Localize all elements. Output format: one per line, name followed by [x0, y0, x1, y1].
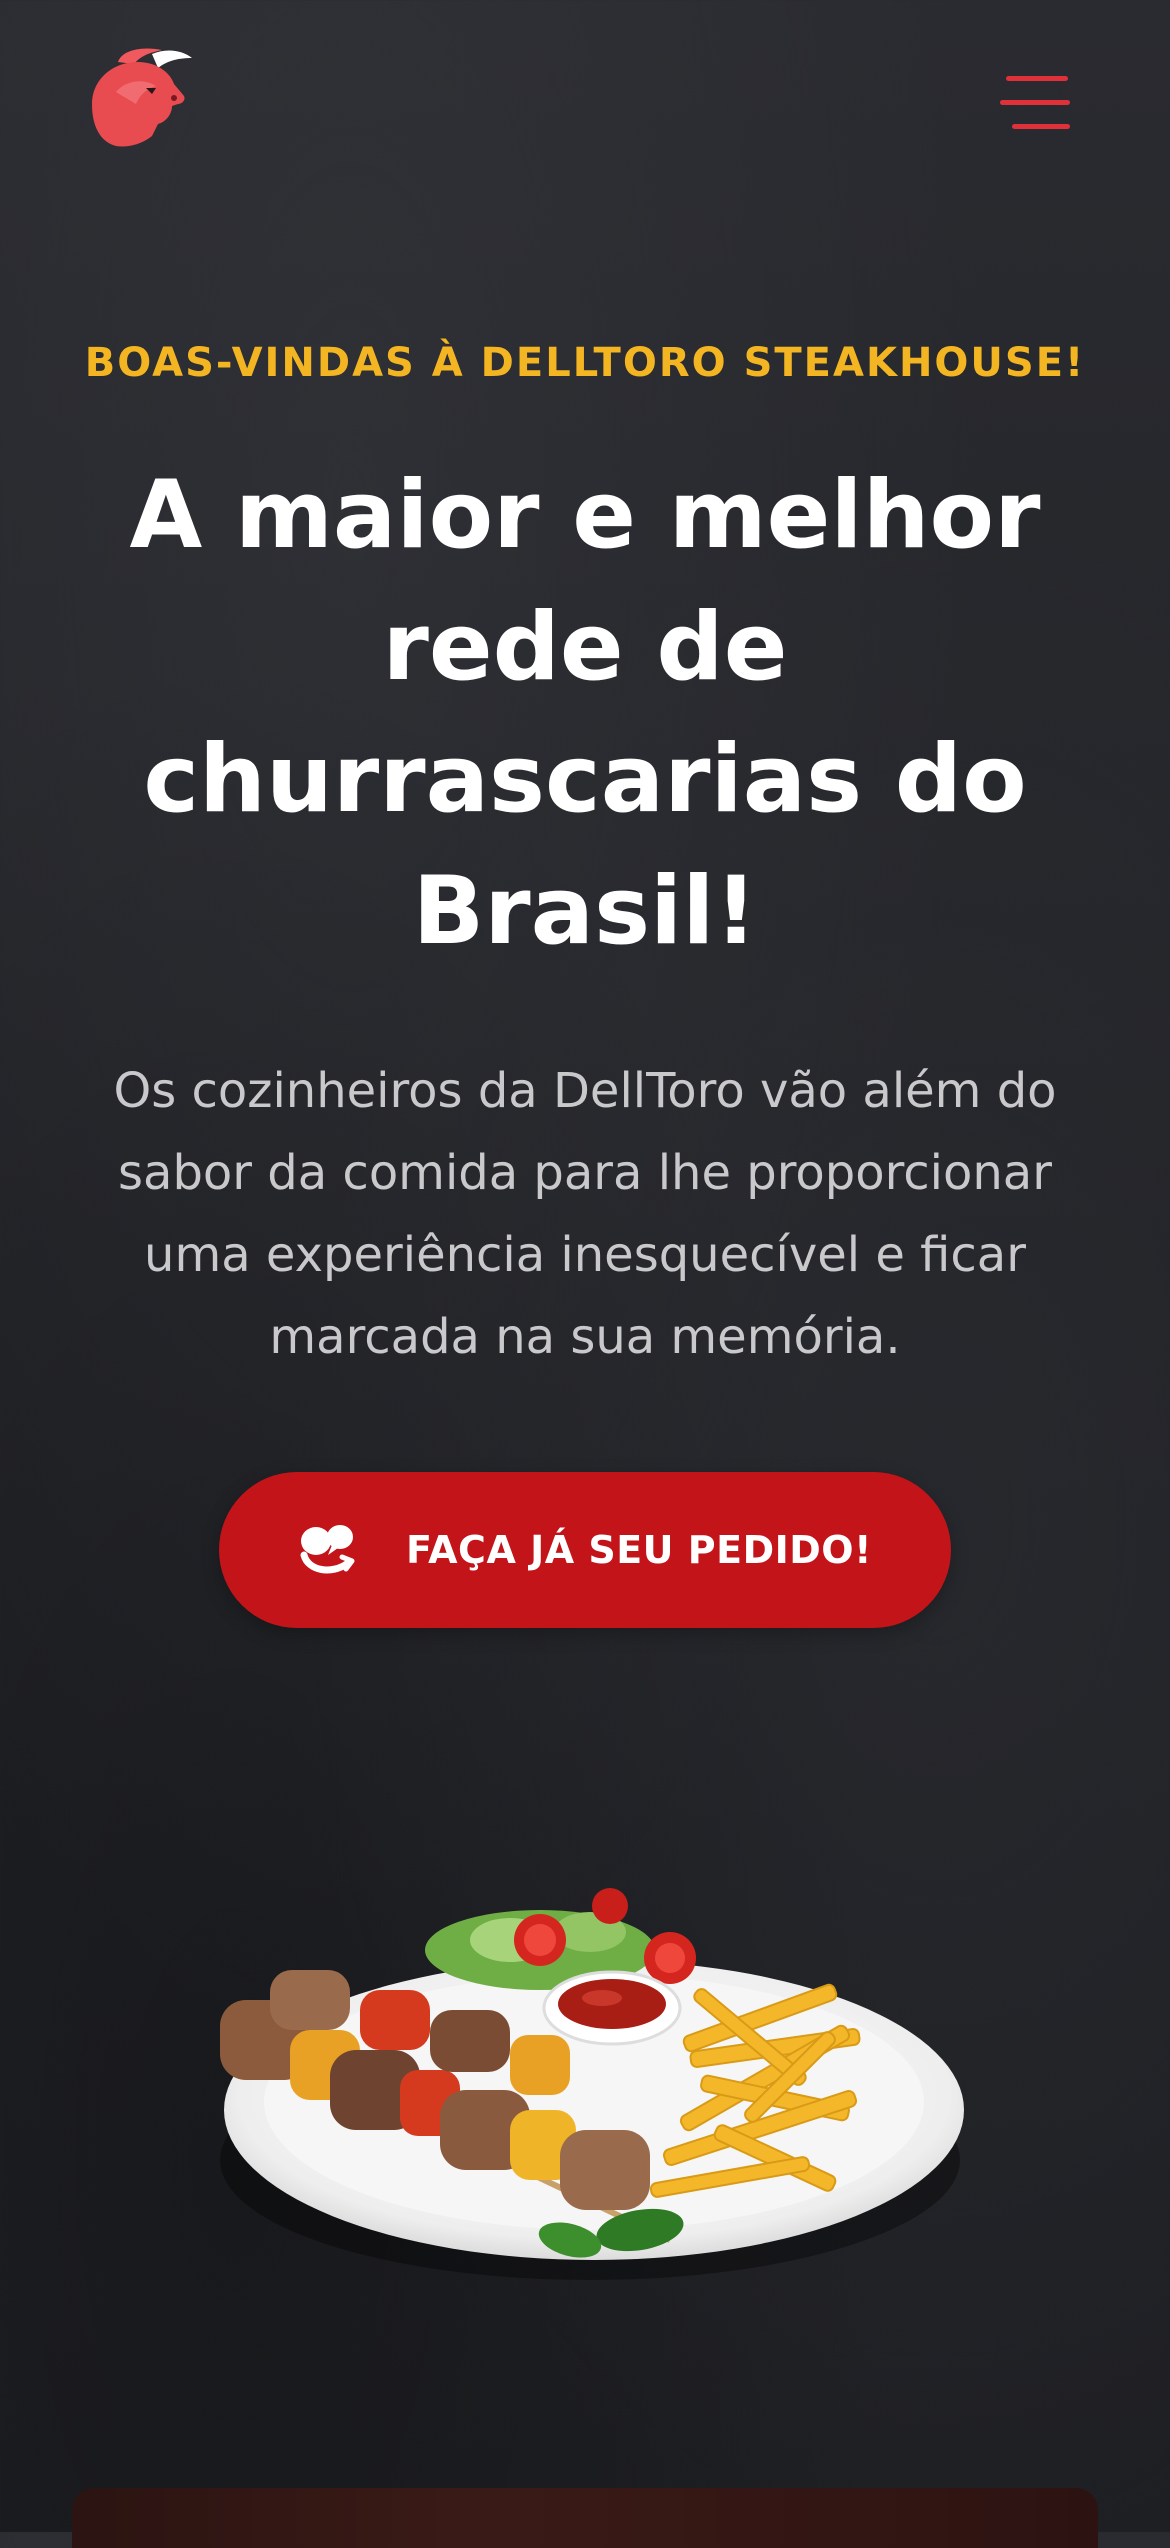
bull-head-logo-icon[interactable]	[82, 44, 194, 156]
description-line: sabor da comida para lhe proporcionar	[118, 1145, 1052, 1201]
menu-bar-bottom	[1012, 124, 1070, 129]
headline-line: Brasil!	[412, 857, 758, 966]
description-line: Os cozinheiros da DellToro vão além do	[113, 1063, 1057, 1119]
chat-bubbles-icon	[298, 1523, 360, 1577]
hero-description: Os cozinheiros da DellToro vão além do s…	[80, 1050, 1090, 1378]
menu-bar-top	[1006, 76, 1068, 81]
site-header	[0, 0, 1170, 200]
welcome-eyebrow: BOAS-VINDAS À DELLTORO STEAKHOUSE!	[84, 340, 1086, 386]
headline-line: rede de	[382, 593, 788, 702]
hamburger-menu-icon[interactable]	[1000, 72, 1076, 134]
plate-illustration-svg	[220, 1888, 964, 2280]
next-section-card	[72, 2488, 1098, 2548]
hero-headline: A maior e melhor rede de churrascarias d…	[100, 450, 1070, 978]
description-line: marcada na sua memória.	[269, 1309, 901, 1365]
order-now-label: FAÇA JÁ SEU PEDIDO!	[406, 1528, 872, 1572]
headline-line: A maior e melhor	[129, 461, 1041, 570]
chat-bubbles-svg	[300, 1525, 355, 1574]
order-now-button[interactable]: FAÇA JÁ SEU PEDIDO!	[219, 1472, 951, 1628]
headline-line: churrascarias do	[143, 725, 1027, 834]
plate-skewers-fries-salad-image	[210, 1840, 970, 2300]
description-line: uma experiência inesquecível e ficar	[144, 1227, 1026, 1283]
menu-bar-middle	[1000, 100, 1070, 105]
bull-head-logo-svg	[92, 48, 192, 147]
